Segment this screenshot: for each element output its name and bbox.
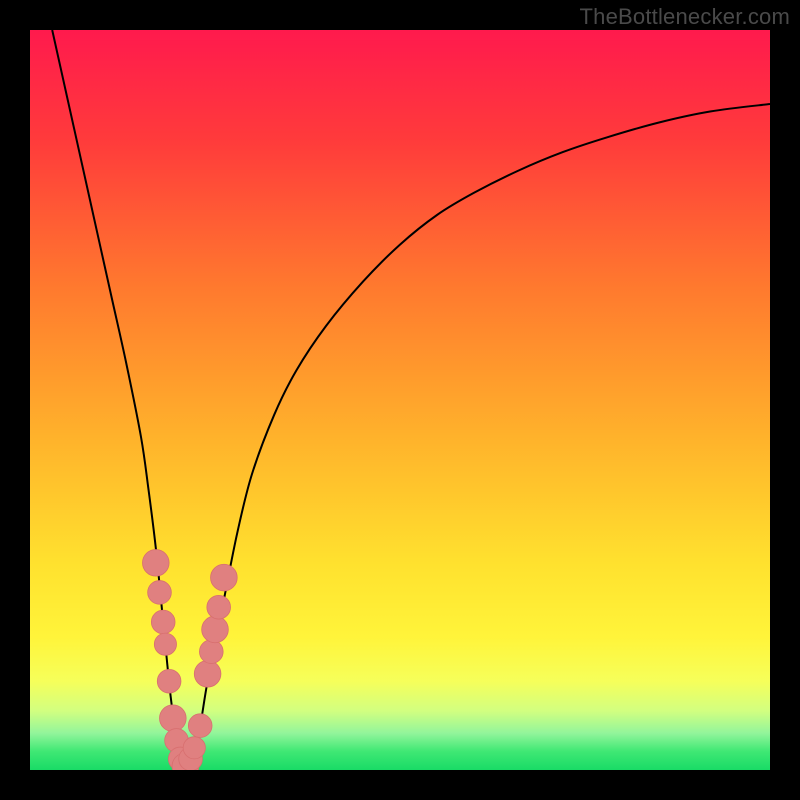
curve-marker [194, 660, 221, 687]
curve-marker [211, 564, 238, 591]
curve-marker [157, 669, 181, 693]
curve-marker [142, 549, 169, 576]
curve-marker [154, 633, 176, 655]
curve-marker [199, 640, 223, 664]
curve-marker [188, 714, 212, 738]
curve-marker [207, 595, 231, 619]
gradient-background [30, 30, 770, 770]
curve-marker [151, 610, 175, 634]
curve-marker [202, 616, 229, 643]
curve-marker [160, 705, 187, 732]
plot-area [30, 30, 770, 770]
chart-svg [30, 30, 770, 770]
curve-marker [148, 581, 172, 605]
curve-marker [183, 737, 205, 759]
chart-frame: TheBottlenecker.com [0, 0, 800, 800]
watermark-text: TheBottlenecker.com [580, 4, 790, 30]
